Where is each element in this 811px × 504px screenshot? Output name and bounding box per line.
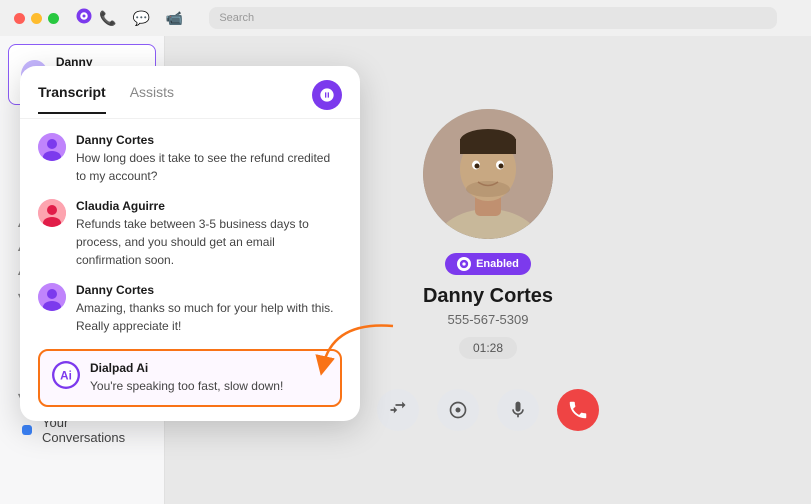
msg-author-1: Danny Cortes [76, 133, 342, 147]
maximize-button[interactable] [48, 13, 59, 24]
transcript-tabs: Transcript Assists [20, 66, 360, 119]
msg-text-3: Amazing, thanks so much for your help wi… [76, 299, 342, 335]
ai-message-box: Ai Dialpad Ai You're speaking too fast, … [38, 349, 342, 407]
message-3: Danny Cortes Amazing, thanks so much for… [38, 283, 342, 335]
message-content-1: Danny Cortes How long does it take to se… [76, 133, 342, 185]
app-container: 📞 💬 📹 Search [0, 0, 811, 504]
msg-author-3: Danny Cortes [76, 283, 342, 297]
caller-name: Danny Cortes [423, 285, 553, 308]
message-1: Danny Cortes How long does it take to se… [38, 133, 342, 185]
nav-icons: 📞 💬 📹 [99, 10, 183, 27]
call-controls [377, 389, 599, 431]
end-call-button[interactable] [557, 389, 599, 431]
tab-transcript[interactable]: Transcript [38, 84, 106, 114]
window-chrome: 📞 💬 📹 Search [0, 0, 811, 36]
ai-enabled-icon [457, 257, 471, 271]
settings-button[interactable] [437, 389, 479, 431]
app-logo [75, 7, 93, 30]
minimize-button[interactable] [31, 13, 42, 24]
ai-tab-icon[interactable] [312, 80, 342, 110]
msg-text-2: Refunds take between 3-5 business days t… [76, 215, 342, 269]
search-placeholder: Search [219, 12, 254, 24]
msg-text-1: How long does it take to see the refund … [76, 149, 342, 185]
transfer-button[interactable] [377, 389, 419, 431]
avatar-ai: Ai [52, 361, 80, 389]
close-button[interactable] [14, 13, 25, 24]
avatar-danny-2 [38, 283, 66, 311]
app-body: Danny Cortes 01:28 ☎ ✉ Inbox ◎ Contacts … [0, 36, 811, 504]
conversations-dot [22, 425, 32, 435]
ai-message-content: Dialpad Ai You're speaking too fast, slo… [90, 361, 328, 395]
ai-author: Dialpad Ai [90, 361, 328, 375]
caller-photo-inner [423, 109, 553, 239]
enabled-badge: Enabled [445, 253, 531, 275]
message-2: Claudia Aguirre Refunds take between 3-5… [38, 199, 342, 269]
caller-photo [423, 109, 553, 239]
caller-phone: 555-567-5309 [448, 312, 529, 327]
chat-icon[interactable]: 💬 [132, 10, 149, 27]
ai-text: You're speaking too fast, slow down! [90, 377, 328, 395]
enabled-label: Enabled [476, 258, 519, 270]
main-area: Transcript Assists [165, 36, 811, 504]
message-content-2: Claudia Aguirre Refunds take between 3-5… [76, 199, 342, 269]
avatar-danny-1 [38, 133, 66, 161]
mute-button[interactable] [497, 389, 539, 431]
video-icon[interactable]: 📹 [166, 10, 183, 27]
msg-author-2: Claudia Aguirre [76, 199, 342, 213]
transcript-messages: Danny Cortes How long does it take to se… [20, 119, 360, 421]
tab-assists[interactable]: Assists [130, 84, 174, 114]
svg-text:Ai: Ai [60, 370, 72, 383]
call-duration: 01:28 [459, 337, 517, 359]
phone-icon[interactable]: 📞 [99, 10, 116, 27]
search-bar[interactable]: Search [209, 7, 777, 29]
avatar-claudia [38, 199, 66, 227]
transcript-panel: Transcript Assists [20, 66, 360, 421]
message-content-3: Danny Cortes Amazing, thanks so much for… [76, 283, 342, 335]
